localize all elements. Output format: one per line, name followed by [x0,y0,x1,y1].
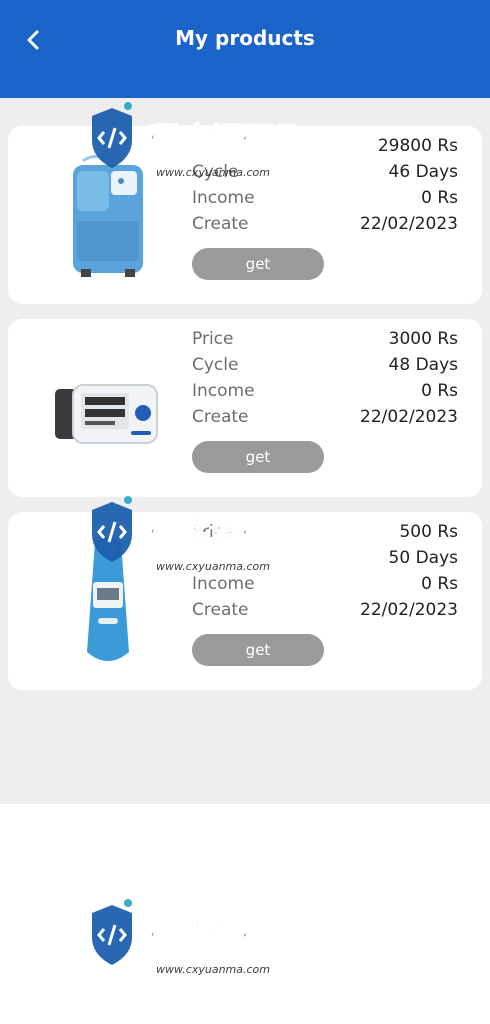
create-value: 22/02/2023 [360,407,458,427]
watermark-logo: 程序源码网 www.cxyuanma.com [86,895,308,985]
cycle-row: Cycle 48 Days [192,355,458,381]
svg-text:程序源码网: 程序源码网 [142,514,296,552]
svg-text:www.cxyuanma.com: www.cxyuanma.com [156,560,270,573]
income-value: 0 Rs [421,574,458,594]
create-value: 22/02/2023 [360,600,458,620]
price-value: 29800 Rs [377,136,458,156]
watermark-logo: 程序源码网 www.cxyuanma.com [86,492,308,582]
income-row: Income 0 Rs [192,381,458,407]
create-row: Create 22/02/2023 [192,600,458,626]
get-button[interactable]: get [192,441,324,473]
income-label: Income [192,381,255,401]
create-row: Create 22/02/2023 [192,407,458,433]
price-value: 500 Rs [399,522,458,542]
income-row: Income 0 Rs [192,188,458,214]
create-row: Create 22/02/2023 [192,214,458,240]
create-label: Create [192,600,249,620]
svg-text:程序源码网: 程序源码网 [142,917,296,955]
create-label: Create [192,214,249,234]
product-image-blood-pressure-monitor [48,339,168,479]
page-title: My products [175,26,315,50]
cycle-value: 50 Days [388,548,458,568]
income-label: Income [192,188,255,208]
cycle-label: Cycle [192,355,239,375]
get-button[interactable]: get [192,634,324,666]
create-label: Create [192,407,249,427]
price-row: Price 3000 Rs [192,329,458,355]
price-value: 3000 Rs [388,329,458,349]
watermark-logo: 程序源码网 www.cxyuanma.com [86,98,308,188]
svg-text:www.cxyuanma.com: www.cxyuanma.com [156,963,270,976]
svg-text:程序源码网: 程序源码网 [142,120,296,158]
cycle-value: 48 Days [388,355,458,375]
app-header: My products [0,0,490,98]
price-label: Price [192,329,234,349]
product-card: Price 3000 Rs Cycle 48 Days Income 0 Rs … [8,319,482,497]
svg-text:www.cxyuanma.com: www.cxyuanma.com [156,166,270,179]
get-button[interactable]: get [192,248,324,280]
income-value: 0 Rs [421,188,458,208]
income-value: 0 Rs [421,381,458,401]
cycle-value: 46 Days [388,162,458,182]
create-value: 22/02/2023 [360,214,458,234]
